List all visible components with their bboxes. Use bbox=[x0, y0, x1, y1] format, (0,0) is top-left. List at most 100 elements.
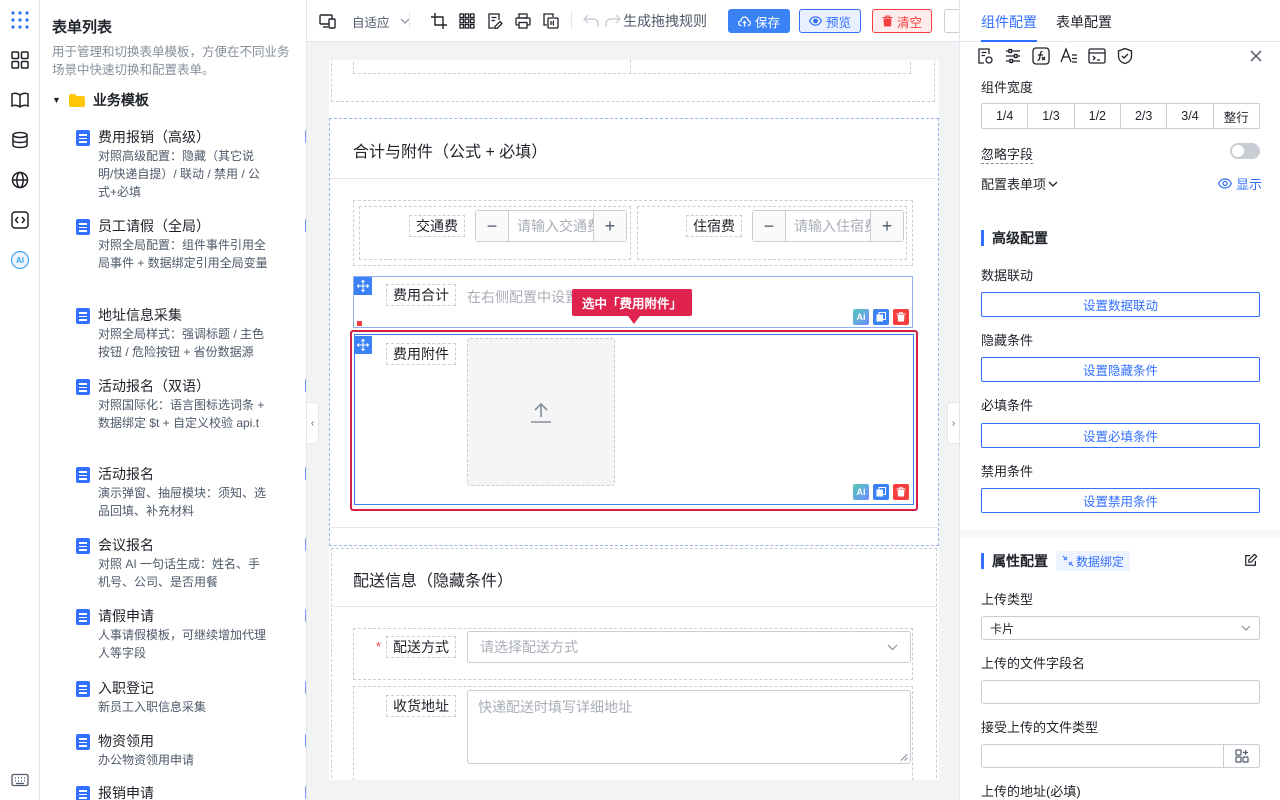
width-option[interactable]: 1/3 bbox=[1027, 104, 1073, 128]
template-desc: 办公物资领用申请 bbox=[98, 753, 195, 767]
transport-input[interactable]: 请输入交通费 bbox=[508, 211, 594, 241]
drag-handle-icon[interactable] bbox=[354, 277, 372, 295]
copy-icon[interactable] bbox=[873, 484, 889, 500]
layout-mode-select[interactable]: 自适应 bbox=[352, 11, 410, 31]
device-icon[interactable] bbox=[319, 11, 337, 31]
file-type-picker-button[interactable] bbox=[1223, 745, 1259, 767]
template-item[interactable]: 活动报名（双语） 对照国际化：语言图标选词条 + 数据绑定 $t + 自定义校验… bbox=[76, 376, 306, 451]
edit-icon[interactable] bbox=[1244, 553, 1258, 567]
ai-assistant-icon[interactable]: AI bbox=[10, 250, 30, 270]
template-item[interactable]: 入职登记 新员工入职信息采集 bbox=[76, 678, 306, 720]
template-item[interactable]: 物资领用 办公物资领用申请 bbox=[76, 731, 306, 773]
form-items-label: 配置表单项 bbox=[981, 177, 1047, 192]
globe-icon[interactable] bbox=[10, 170, 30, 190]
transport-stepper[interactable]: − 请输入交通费 + bbox=[475, 210, 627, 242]
field-name-input[interactable] bbox=[981, 680, 1260, 704]
print-icon[interactable] bbox=[515, 11, 531, 31]
plus-button[interactable]: + bbox=[871, 211, 903, 241]
hidden-label: 隐藏条件 bbox=[981, 333, 1034, 348]
code-icon[interactable] bbox=[10, 210, 30, 230]
lodging-stepper[interactable]: − 请输入住宿费 + bbox=[752, 210, 904, 242]
set-hidden-button[interactable]: 设置隐藏条件 bbox=[981, 357, 1260, 382]
delete-icon[interactable] bbox=[893, 484, 909, 500]
props-section-title: 属性配置 数据绑定 bbox=[981, 551, 1131, 571]
delivery-select[interactable]: 请选择配送方式 bbox=[467, 631, 911, 663]
width-option[interactable]: 1/4 bbox=[982, 104, 1027, 128]
form-paper: 合计与附件（公式 + 必填） 交通费 − 请输入交通费 + 住宿费 − 请输入住… bbox=[329, 60, 939, 780]
preview-button[interactable]: 预览 bbox=[799, 9, 862, 33]
section-divider bbox=[330, 527, 938, 528]
set-linkage-button[interactable]: 设置数据联动 bbox=[981, 292, 1260, 317]
address-textarea[interactable]: 快递配送时填写详细地址 bbox=[467, 690, 911, 764]
gen-rules-button[interactable]: 生成拖拽规则 bbox=[623, 11, 707, 31]
apps-grid-icon[interactable] bbox=[10, 10, 30, 30]
sliders-icon[interactable] bbox=[1004, 47, 1022, 65]
book-icon[interactable] bbox=[10, 90, 30, 110]
lodging-input[interactable]: 请输入住宿费 bbox=[785, 211, 871, 241]
template-item[interactable]: 请假申请 人事请假模板，可继续增加代理人等字段 bbox=[76, 606, 306, 666]
show-toggle-link[interactable]: 显示 bbox=[1218, 174, 1262, 193]
minus-button[interactable]: − bbox=[753, 211, 785, 241]
form-items-dropdown[interactable]: 配置表单项 bbox=[981, 174, 1058, 193]
group-business-templates[interactable]: ▼ 业务模板 bbox=[52, 90, 149, 110]
tooltip-arrow bbox=[628, 316, 640, 324]
clear-button[interactable]: 清空 bbox=[872, 9, 933, 33]
linkage-label: 数据联动 bbox=[981, 268, 1034, 283]
collapse-left-button[interactable]: ‹ bbox=[307, 402, 319, 444]
upload-card[interactable] bbox=[467, 338, 615, 486]
layout-mode-value: 自适应 bbox=[352, 15, 390, 30]
plus-button[interactable]: + bbox=[594, 211, 626, 241]
template-desc: 对照 AI 一句话生成：姓名、手机号、公司、是否用餐 bbox=[98, 557, 261, 589]
ai-action-button[interactable]: Ai bbox=[853, 309, 869, 325]
shield-icon[interactable] bbox=[1116, 47, 1134, 65]
template-item[interactable]: 地址信息采集 对照全局样式：强调标题 / 主色按钮 / 危险按钮 + 省份数据源 bbox=[76, 305, 286, 365]
template-item[interactable]: 报销申请 bbox=[76, 783, 306, 800]
caret-down-icon: ▼ bbox=[52, 95, 61, 105]
upload-action-label: 上传的地址(必填) bbox=[981, 784, 1081, 799]
save-label: 保存 bbox=[755, 15, 781, 30]
divider bbox=[571, 11, 572, 29]
keyboard-icon[interactable] bbox=[10, 770, 30, 790]
text-style-icon[interactable] bbox=[1060, 47, 1078, 65]
save-button[interactable]: 保存 bbox=[728, 9, 791, 33]
delete-icon[interactable] bbox=[893, 309, 909, 325]
width-option[interactable]: 2/3 bbox=[1119, 104, 1166, 128]
basic-settings-icon[interactable] bbox=[976, 47, 994, 65]
components-icon[interactable] bbox=[10, 50, 30, 70]
width-option[interactable]: 3/4 bbox=[1166, 104, 1212, 128]
undo-icon[interactable] bbox=[583, 11, 599, 31]
collapse-right-button[interactable]: › bbox=[947, 402, 959, 444]
minus-button[interactable]: − bbox=[476, 211, 508, 241]
ignore-field-toggle[interactable] bbox=[1230, 143, 1260, 159]
ai-action-button[interactable]: Ai bbox=[853, 484, 869, 500]
qrcode-icon[interactable] bbox=[459, 11, 475, 31]
width-option[interactable]: 整行 bbox=[1212, 104, 1259, 128]
copy-icon[interactable] bbox=[873, 309, 889, 325]
close-icon[interactable] bbox=[1250, 50, 1262, 62]
template-item[interactable]: 活动报名 演示弹窗、抽屉模块：须知、选品回填、补充材料 bbox=[76, 464, 306, 524]
ignore-field-label: 忽略字段 bbox=[981, 144, 1034, 164]
drag-handle-icon[interactable] bbox=[354, 336, 372, 354]
address-label: 收货地址 bbox=[386, 695, 456, 717]
set-required-button[interactable]: 设置必填条件 bbox=[981, 423, 1260, 448]
delivery-placeholder: 请选择配送方式 bbox=[480, 639, 578, 655]
left-rail: AI bbox=[0, 0, 40, 800]
template-item[interactable]: 费用报销（高级） 对照高级配置：隐藏（其它说明/快递自提）/ 联动 / 禁用 /… bbox=[76, 127, 306, 202]
tab-component-config[interactable]: 组件配置 bbox=[981, 12, 1037, 32]
export-json-icon[interactable] bbox=[543, 11, 559, 31]
tab-form-config[interactable]: 表单配置 bbox=[1056, 12, 1112, 32]
redo-icon[interactable] bbox=[605, 11, 621, 31]
accept-types-input[interactable] bbox=[981, 744, 1260, 768]
crop-icon[interactable] bbox=[431, 11, 447, 31]
database-icon[interactable] bbox=[10, 130, 30, 150]
data-binding-tag[interactable]: 数据绑定 bbox=[1056, 551, 1131, 571]
template-item[interactable]: 员工请假（全局） 对照全局配置：组件事件引用全局事件 + 数据绑定引用全局变量 bbox=[76, 216, 306, 291]
document-icon bbox=[76, 379, 90, 395]
set-disabled-button[interactable]: 设置禁用条件 bbox=[981, 488, 1260, 513]
formula-icon[interactable] bbox=[1032, 47, 1050, 65]
upload-type-select[interactable]: 卡片 bbox=[981, 616, 1260, 640]
template-item[interactable]: 会议报名 对照 AI 一句话生成：姓名、手机号、公司、是否用餐 bbox=[76, 535, 306, 595]
window-code-icon[interactable] bbox=[1088, 47, 1106, 65]
width-option[interactable]: 1/2 bbox=[1073, 104, 1120, 128]
edit-doc-icon[interactable] bbox=[487, 11, 503, 31]
